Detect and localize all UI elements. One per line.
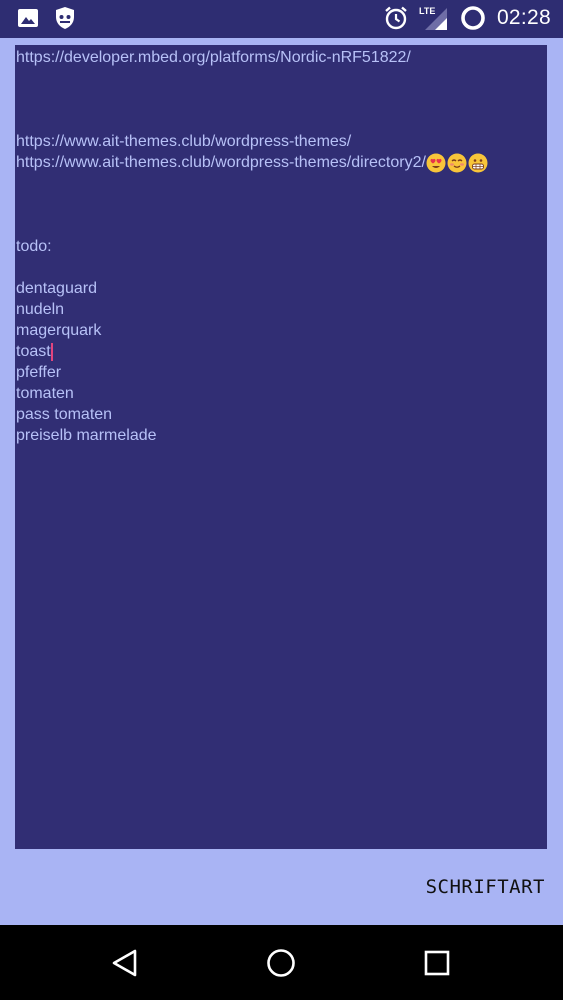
status-left-icons [16,6,76,30]
editor-line: todo: [16,236,546,257]
note-text-editor[interactable]: https://developer.mbed.org/platforms/Nor… [15,45,547,849]
editor-line: pfeffer [16,362,546,383]
editor-line-text: dentaguard [16,280,97,297]
editor-line-text: https://www.ait-themes.club/wordpress-th… [16,133,352,150]
editor-line: https://www.ait-themes.club/wordpress-th… [16,131,546,152]
editor-line-text: pass tomaten [16,406,113,423]
navigation-bar [0,925,563,1000]
recents-button[interactable] [421,947,453,979]
grimace-emoji [468,153,488,173]
recents-icon [424,950,450,976]
status-time: 02:28 [496,6,551,29]
editor-line: pass tomaten [16,404,546,425]
editor-line: preiselb marmelade [16,425,546,446]
home-icon [267,949,295,977]
editor-line-text: nudeln [16,301,65,318]
editor-line: dentaguard [16,278,546,299]
editor-line-text: magerquark [16,322,102,339]
editor-line: magerquark [16,320,546,341]
gallery-icon [16,6,40,30]
editor-line: tomaten [16,383,546,404]
status-bar: LTE 02:28 [0,0,563,38]
editor-line-text: https://developer.mbed.org/platforms/Nor… [16,49,411,66]
text-cursor [50,342,53,361]
editor-line-text: pfeffer [16,364,62,381]
alarm-icon [383,5,409,31]
editor-line: https://developer.mbed.org/platforms/Nor… [16,47,546,68]
signal-icon: LTE [419,4,449,32]
battery-icon [459,4,487,32]
guardian-app-icon [54,6,76,30]
editor-line-text: todo: [16,238,52,255]
editor-line-text: toast [16,343,51,360]
editor-line: toast [16,341,546,362]
blush-emoji [447,153,467,173]
heart-eyes-emoji [426,153,446,173]
editor-line: https://www.ait-themes.club/wordpress-th… [16,152,546,173]
status-right-icons: LTE 02:28 [383,4,551,32]
network-label: LTE [419,6,435,16]
back-icon [112,949,137,977]
editor-line: nudeln [16,299,546,320]
editor-line-text: preiselb marmelade [16,427,157,444]
back-button[interactable] [109,947,141,979]
editor-line-text: https://www.ait-themes.club/wordpress-th… [16,154,426,171]
editor-line-text: tomaten [16,385,74,402]
home-button[interactable] [265,947,297,979]
font-button[interactable]: SCHRIFTART [426,876,545,898]
